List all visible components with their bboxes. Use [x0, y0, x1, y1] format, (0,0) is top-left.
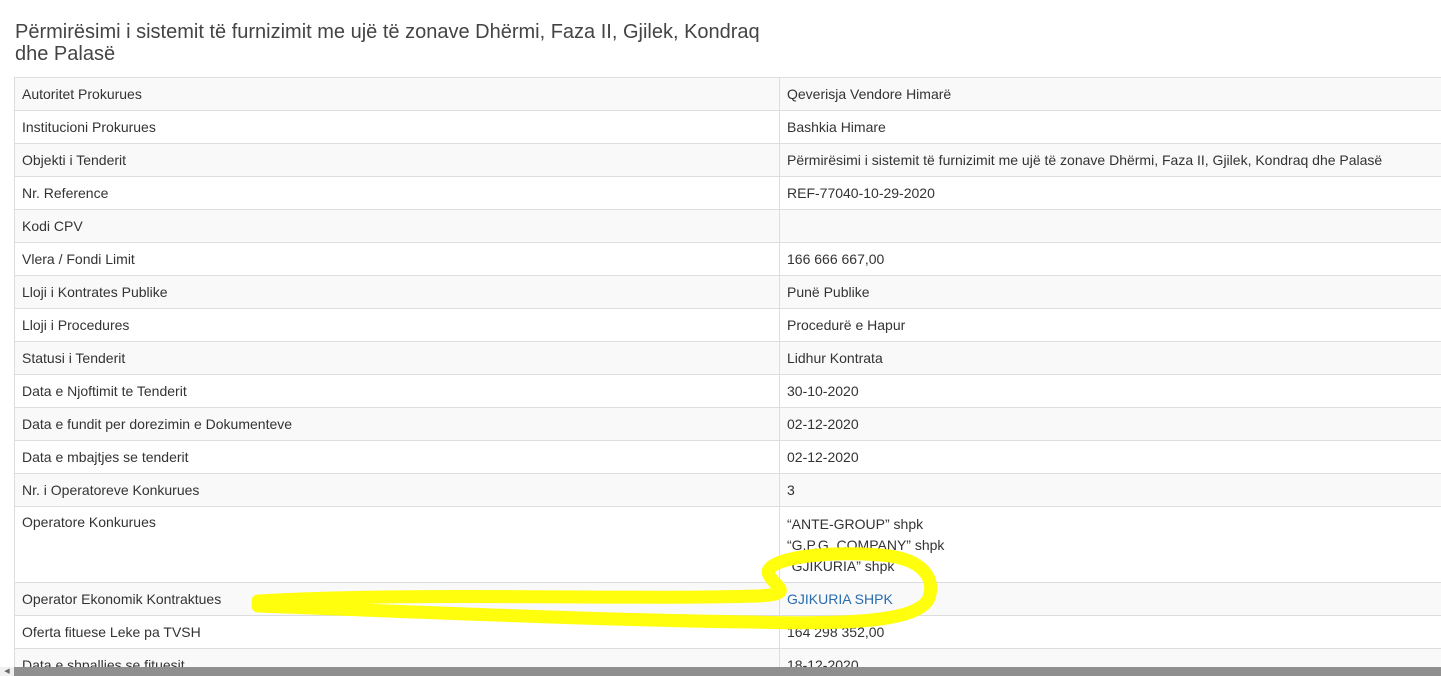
row-value: 166 666 667,00: [779, 242, 1441, 276]
table-row: Kodi CPV: [14, 209, 1441, 243]
scrollbar-thumb[interactable]: [14, 667, 1441, 676]
operator-item: “G.P.G. COMPANY” shpk: [787, 537, 945, 553]
table-row: Oferta fituese Leke pa TVSH 164 298 352,…: [14, 615, 1441, 649]
row-value: Punë Publike: [779, 275, 1441, 309]
row-label: Vlera / Fondi Limit: [14, 242, 780, 276]
row-label: Operatore Konkurues: [14, 506, 780, 583]
tender-details-table: Autoritet Prokurues Qeverisja Vendore Hi…: [14, 77, 1441, 667]
table-row: Vlera / Fondi Limit 166 666 667,00: [14, 242, 1441, 276]
row-value-operators: “ANTE-GROUP” shpk “G.P.G. COMPANY” shpk …: [779, 506, 1441, 583]
row-value: Bashkia Himare: [779, 110, 1441, 144]
table-row: Objekti i Tenderit Përmirësimi i sistemi…: [14, 143, 1441, 177]
row-value: Përmirësimi i sistemit të furnizimit me …: [779, 143, 1441, 177]
table-row: Data e fundit per dorezimin e Dokumentev…: [14, 407, 1441, 441]
table-row: Data e mbajtjes se tenderit 02-12-2020: [14, 440, 1441, 474]
row-label: Data e Njoftimit te Tenderit: [14, 374, 780, 408]
row-value: 3: [779, 473, 1441, 507]
table-row: Lloji i Kontrates Publike Punë Publike: [14, 275, 1441, 309]
row-value: 30-10-2020: [779, 374, 1441, 408]
operator-item: “ANTE-GROUP” shpk: [787, 516, 924, 532]
horizontal-scrollbar[interactable]: [14, 667, 1441, 676]
table-row: Data e shpalljes se fituesit 18-12-2020: [14, 648, 1441, 667]
table-row-contractor: Operator Ekonomik Kontraktues GJIKURIA S…: [14, 582, 1441, 616]
tender-details-table-wrap: Autoritet Prokurues Qeverisja Vendore Hi…: [14, 77, 1441, 667]
table-row: Data e Njoftimit te Tenderit 30-10-2020: [14, 374, 1441, 408]
page-title: Përmirësimi i sistemit të furnizimit me …: [15, 21, 760, 65]
table-row: Institucioni Prokurues Bashkia Himare: [14, 110, 1441, 144]
row-value: 164 298 352,00: [779, 615, 1441, 649]
row-label: Data e fundit per dorezimin e Dokumentev…: [14, 407, 780, 441]
table-row-operators: Operatore Konkurues “ANTE-GROUP” shpk “G…: [14, 506, 1441, 583]
row-label: Nr. Reference: [14, 176, 780, 210]
row-value: GJIKURIA SHPK: [779, 582, 1441, 616]
row-value: Qeverisja Vendore Himarë: [779, 77, 1441, 111]
row-label: Lloji i Procedures: [14, 308, 780, 342]
row-value: [779, 209, 1441, 243]
row-label: Nr. i Operatoreve Konkurues: [14, 473, 780, 507]
row-label: Data e mbajtjes se tenderit: [14, 440, 780, 474]
row-value: 02-12-2020: [779, 407, 1441, 441]
table-row: Nr. i Operatoreve Konkurues 3: [14, 473, 1441, 507]
row-label: Institucioni Prokurues: [14, 110, 780, 144]
row-label: Lloji i Kontrates Publike: [14, 275, 780, 309]
row-label: Statusi i Tenderit: [14, 341, 780, 375]
table-row: Statusi i Tenderit Lidhur Kontrata: [14, 341, 1441, 375]
row-value: REF-77040-10-29-2020: [779, 176, 1441, 210]
row-label: Data e shpalljes se fituesit: [14, 648, 780, 667]
table-row: Lloji i Procedures Procedurë e Hapur: [14, 308, 1441, 342]
page: Përmirësimi i sistemit të furnizimit me …: [0, 0, 1441, 676]
row-label: Oferta fituese Leke pa TVSH: [14, 615, 780, 649]
row-label: Kodi CPV: [14, 209, 780, 243]
contractor-link[interactable]: GJIKURIA SHPK: [787, 591, 893, 607]
table-row: Nr. Reference REF-77040-10-29-2020: [14, 176, 1441, 210]
row-value: Procedurë e Hapur: [779, 308, 1441, 342]
row-value: Lidhur Kontrata: [779, 341, 1441, 375]
row-label: Operator Ekonomik Kontraktues: [14, 582, 780, 616]
table-row: Autoritet Prokurues Qeverisja Vendore Hi…: [14, 77, 1441, 111]
operator-item: “GJIKURIA” shpk: [787, 558, 895, 574]
scroll-left-arrow-icon[interactable]: ◀: [0, 667, 14, 676]
row-label: Objekti i Tenderit: [14, 143, 780, 177]
row-value: 18-12-2020: [779, 648, 1441, 667]
row-value: 02-12-2020: [779, 440, 1441, 474]
row-label: Autoritet Prokurues: [14, 77, 780, 111]
